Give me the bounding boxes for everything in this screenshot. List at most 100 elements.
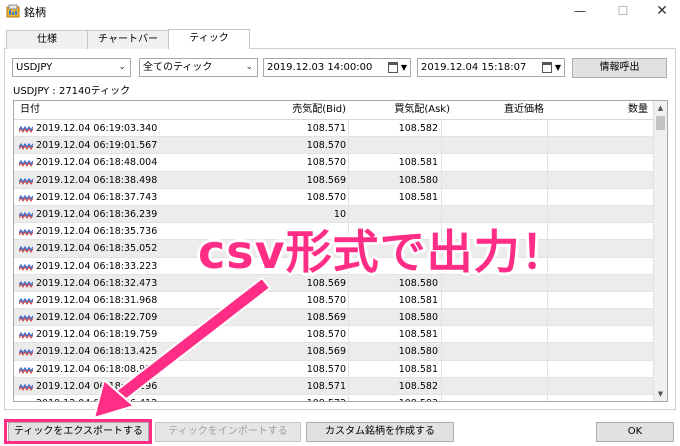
close-icon[interactable]: ✕: [644, 0, 680, 22]
cell-date: 2019.12.04 06:18:07.196: [36, 380, 158, 392]
tick-type-select[interactable]: 全てのティック ⌄: [139, 58, 258, 77]
create-custom-symbol-button[interactable]: カスタム銘柄を作成する: [306, 422, 454, 442]
app-icon: [6, 4, 20, 18]
symbol-value: USDJPY: [16, 62, 53, 73]
cell-date: 2019.12.04 06:18:33.223: [36, 260, 158, 272]
table-header: 日付 売気配(Bid) 買気配(Ask) 直近価格 数量: [14, 101, 654, 120]
cell-date: 2019.12.04 06:18:06.412: [36, 395, 206, 401]
tick-wave-icon: [19, 211, 33, 219]
column-header-volume[interactable]: 数量: [548, 101, 648, 119]
table-row[interactable]: 2019.12.04 06:18:31.968 108.570 108.581: [14, 292, 654, 310]
scroll-up-icon[interactable]: ▲: [654, 101, 667, 115]
cell-bid: 108.570: [306, 294, 346, 306]
tick-wave-icon: [19, 125, 33, 133]
dropdown-arrow-icon: ▼: [554, 63, 561, 72]
tick-wave-icon: [19, 349, 33, 357]
tick-wave-icon: [19, 332, 33, 340]
title-bar: 銘柄 — ☐ ✕: [0, 0, 680, 22]
table-row[interactable]: 2019.12.04 06:18:19.759 108.570 108.581: [14, 326, 654, 344]
maximize-icon[interactable]: ☐: [605, 0, 641, 22]
request-data-button[interactable]: 情報呼出: [572, 58, 667, 78]
cell-date: 2019.12.04 06:18:36.239: [36, 208, 158, 220]
cell-date: 2019.12.04 06:19:01.567: [36, 140, 158, 152]
vertical-scrollbar[interactable]: ▲ ▼: [653, 101, 667, 401]
dropdown-arrow-icon: ⌄: [245, 62, 253, 72]
dropdown-arrow-icon: ⌄: [118, 62, 126, 72]
end-datetime-value: 2019.12.04 15:18:07: [421, 62, 527, 73]
calendar-icon[interactable]: [388, 62, 398, 73]
export-button-highlight: [4, 419, 152, 444]
end-datetime-field[interactable]: 2019.12.04 15:18:07 ▼: [417, 58, 565, 77]
ok-button[interactable]: OK: [596, 422, 674, 442]
scroll-thumb[interactable]: [656, 116, 665, 130]
tick-wave-icon: [19, 143, 33, 151]
cell-bid: 108.570: [306, 191, 346, 203]
column-header-bid[interactable]: 売気配(Bid): [208, 101, 346, 119]
tick-wave-icon: [19, 177, 33, 185]
tick-count-summary: USDJPY : 27140ティック: [13, 86, 131, 97]
tick-wave-icon: [19, 246, 33, 254]
tab-chart-bar[interactable]: チャートバー: [87, 30, 169, 49]
cell-bid: 108.571: [306, 380, 346, 392]
table-row[interactable]: 2019.12.04 06:18:38.498 108.569 108.580: [14, 171, 654, 189]
cell-date: 2019.12.04 06:18:31.968: [36, 294, 158, 306]
tick-type-value: 全てのティック: [143, 62, 213, 73]
cell-date: 2019.12.04 06:18:32.473: [36, 277, 158, 289]
table-row[interactable]: 2019.12.04 06:18:08.913 108.570 108.581: [14, 361, 654, 378]
table-row[interactable]: 2019.12.04 06:18:48.004 108.570 108.581: [14, 154, 654, 172]
cell-bid: 108.572: [208, 395, 346, 401]
minimize-icon[interactable]: —: [562, 0, 598, 22]
cell-ask: 108.583: [350, 395, 438, 401]
cell-ask: 108.580: [398, 312, 438, 324]
tick-wave-icon: [19, 194, 33, 202]
cell-ask: 108.580: [398, 174, 438, 186]
tick-wave-icon: [19, 263, 33, 271]
cell-bid: 108.569: [306, 346, 346, 358]
table-row[interactable]: 2019.12.04 06:18:37.743 108.570 108.581: [14, 189, 654, 206]
start-datetime-field[interactable]: 2019.12.03 14:00:00 ▼: [263, 58, 411, 77]
table-row[interactable]: 2019.12.04 06:18:07.196 108.571 108.582: [14, 377, 654, 395]
cell-ask: 108.581: [398, 363, 438, 375]
cell-bid: 108.569: [306, 312, 346, 324]
cell-bid: 108.570: [306, 329, 346, 341]
tick-wave-icon: [19, 366, 33, 374]
cell-ask: 108.581: [398, 191, 438, 203]
cell-date: 2019.12.04 06:18:37.743: [36, 191, 158, 203]
scroll-down-icon[interactable]: ▼: [654, 387, 667, 401]
symbol-select[interactable]: USDJPY ⌄: [12, 58, 131, 77]
table-row[interactable]: 2019.12.04 06:18:06.412108.572 108.583: [14, 395, 654, 401]
start-datetime-value: 2019.12.03 14:00:00: [267, 62, 373, 73]
cell-date: 2019.12.04 06:18:13.425: [36, 346, 158, 358]
table-row[interactable]: 2019.12.04 06:18:13.425 108.569 108.580: [14, 343, 654, 361]
tab-spec[interactable]: 仕様: [6, 30, 88, 49]
column-header-date[interactable]: 日付: [20, 101, 40, 119]
window-title: 銘柄: [24, 6, 46, 19]
tick-wave-icon: [19, 297, 33, 305]
annotation-callout: csv形式で出力！: [198, 225, 568, 279]
cell-date: 2019.12.04 06:18:08.913: [36, 363, 158, 375]
table-row[interactable]: 2019.12.04 06:19:03.340 108.571 108.582: [14, 120, 654, 138]
table-row[interactable]: 2019.12.04 06:19:01.567 108.570: [14, 137, 654, 155]
import-ticks-button[interactable]: ティックをインポートする: [155, 422, 301, 442]
cell-date: 2019.12.04 06:18:22.709: [36, 312, 158, 324]
cell-date: 2019.12.04 06:18:35.736: [36, 226, 158, 238]
calendar-icon[interactable]: [542, 62, 552, 73]
tick-wave-icon: [19, 229, 33, 237]
tick-wave-icon: [19, 160, 33, 168]
cell-date: 2019.12.04 06:18:19.759: [36, 329, 158, 341]
cell-ask: [350, 137, 438, 154]
cell-bid: 108.570: [306, 157, 346, 169]
column-header-last[interactable]: 直近価格: [454, 101, 544, 119]
column-header-ask[interactable]: 買気配(Ask): [350, 101, 450, 119]
cell-ask: 108.581: [398, 157, 438, 169]
cell-bid: 108.571: [306, 123, 346, 134]
cell-date: 2019.12.04 06:18:35.052: [36, 243, 158, 255]
tick-wave-icon: [19, 280, 33, 288]
cell-date: 2019.12.04 06:18:48.004: [36, 157, 158, 169]
cell-bid: 108.570: [306, 140, 346, 152]
tab-tick[interactable]: ティック: [168, 29, 250, 49]
cell-ask: 108.580: [398, 346, 438, 358]
cell-date: 2019.12.04 06:19:03.340: [36, 123, 158, 134]
cell-ask: 108.582: [398, 123, 438, 134]
table-row[interactable]: 2019.12.04 06:18:22.709 108.569 108.580: [14, 309, 654, 327]
